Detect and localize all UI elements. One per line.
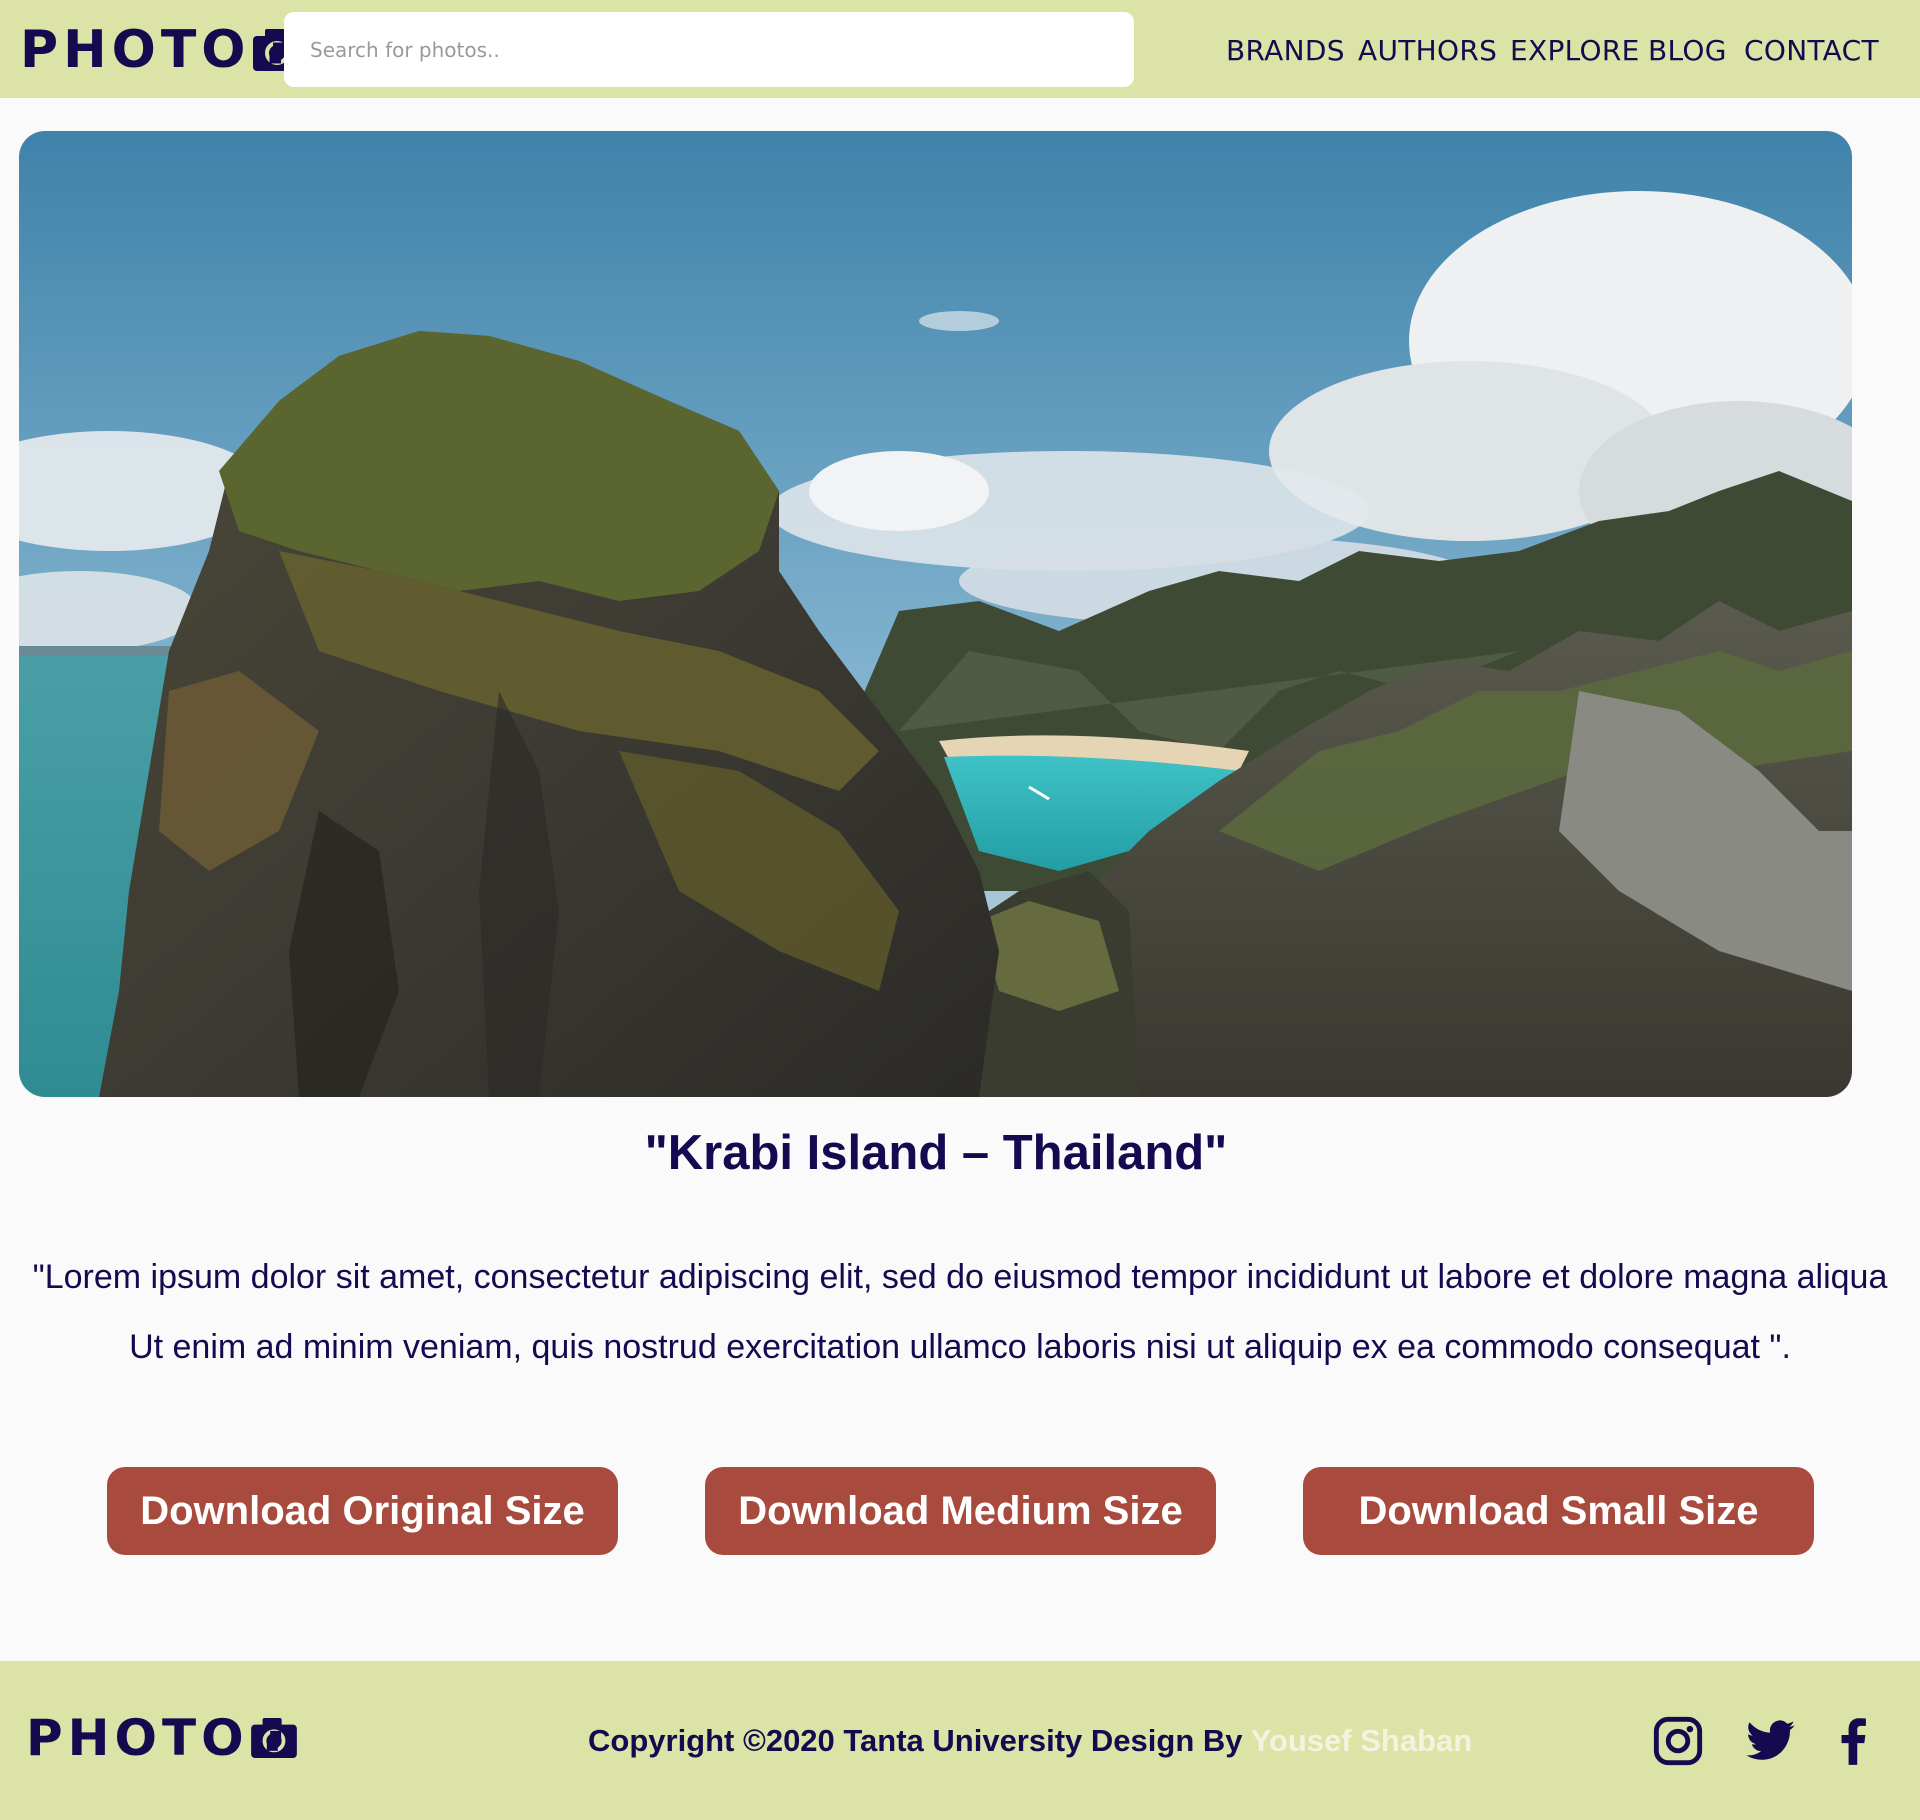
author-link[interactable]: Yousef Shaban (1251, 1723, 1473, 1758)
twitter-icon[interactable] (1745, 1715, 1797, 1767)
hero-photo (19, 131, 1852, 1097)
copyright-text: Copyright ©2020 Tanta University Design … (588, 1723, 1243, 1758)
photo-illustration (19, 131, 1852, 1097)
main-nav: BRANDS AUTHORS EXPLORE BLOG CONTACT (0, 32, 1920, 72)
nav-contact[interactable]: CONTACT (1744, 32, 1879, 70)
download-medium-button[interactable]: Download Medium Size (705, 1467, 1216, 1555)
nav-authors[interactable]: AUTHORS (1358, 32, 1497, 70)
facebook-icon[interactable] (1828, 1715, 1880, 1767)
camera-icon (250, 1718, 297, 1758)
nav-brands[interactable]: BRANDS (1226, 32, 1345, 70)
copyright: Copyright ©2020 Tanta University Design … (588, 1721, 1472, 1761)
footer: PHOTO Copyright ©2020 Tanta University D… (0, 1661, 1920, 1820)
nav-blog[interactable]: BLOG (1648, 32, 1727, 70)
nav-explore[interactable]: EXPLORE (1510, 32, 1640, 70)
footer-logo[interactable]: PHOTO (26, 1713, 297, 1763)
download-original-button[interactable]: Download Original Size (107, 1467, 618, 1555)
download-small-button[interactable]: Download Small Size (1303, 1467, 1814, 1555)
header: PHOTO BRANDS AUTHORS EXPLORE BLOG CONTAC… (0, 0, 1920, 98)
instagram-icon[interactable] (1652, 1715, 1704, 1767)
photo-title: "Krabi Island – Thailand" (644, 1126, 1228, 1180)
footer-logo-text: PHOTO (26, 1709, 249, 1767)
photo-description: "Lorem ipsum dolor sit amet, consectetur… (32, 1258, 1888, 1366)
